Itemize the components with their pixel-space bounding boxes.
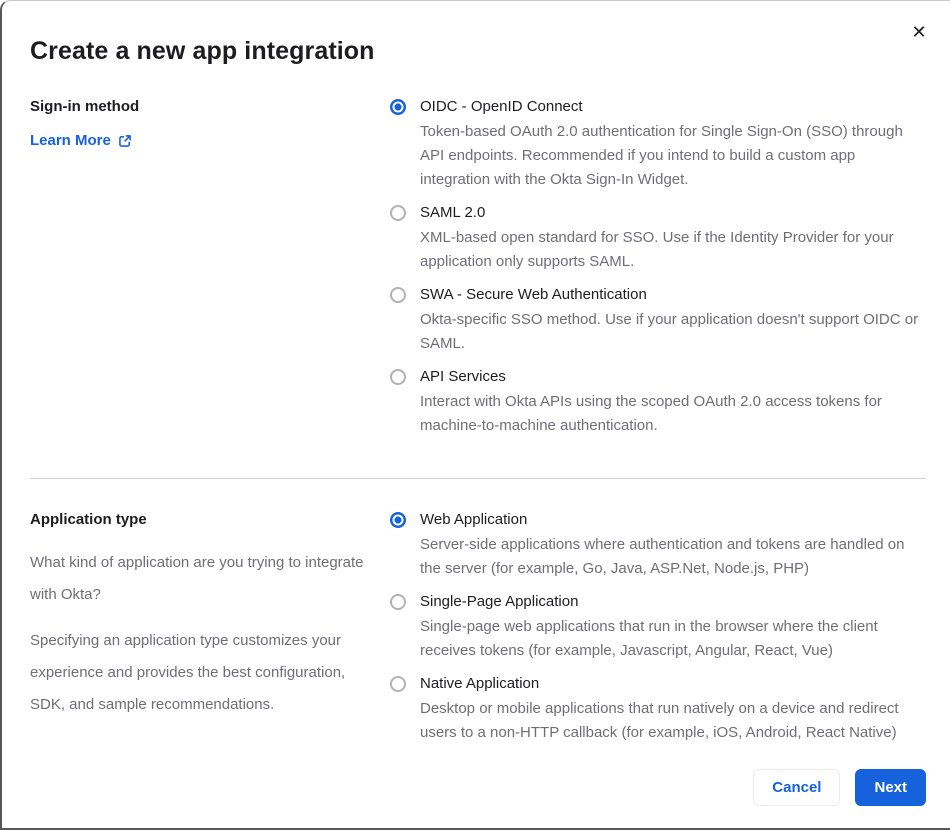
- option-label: API Services: [420, 368, 506, 385]
- option-label: SAML 2.0: [420, 204, 486, 221]
- application-type-options: Web Application Server-side applications…: [390, 509, 926, 755]
- radio-option-api-services[interactable]: API Services Interact with Okta APIs usi…: [390, 366, 926, 438]
- radio-unselected-icon[interactable]: [390, 369, 406, 385]
- option-description: Okta-specific SSO method. Use if your ap…: [420, 311, 919, 352]
- radio-option-native-application[interactable]: Native Application Desktop or mobile app…: [390, 673, 926, 745]
- application-type-heading: Application type: [30, 511, 147, 528]
- signin-method-options: OIDC - OpenID Connect Token-based OAuth …: [390, 96, 926, 448]
- radio-option-saml[interactable]: SAML 2.0 XML-based open standard for SSO…: [390, 202, 926, 274]
- option-description: Desktop or mobile applications that run …: [420, 700, 899, 741]
- dialog-footer: Cancel Next: [753, 769, 926, 806]
- create-app-integration-dialog: ✕ Create a new app integration Sign-in m…: [0, 0, 950, 830]
- radio-option-web-application[interactable]: Web Application Server-side applications…: [390, 509, 926, 581]
- application-type-left-column: Application type What kind of applicatio…: [30, 509, 370, 755]
- radio-unselected-icon[interactable]: [390, 676, 406, 692]
- option-label: Native Application: [420, 675, 540, 692]
- signin-method-section: Sign-in method Learn More OIDC - OpenID …: [30, 96, 926, 448]
- signin-method-left-column: Sign-in method Learn More: [30, 96, 370, 448]
- page-title: Create a new app integration: [30, 37, 375, 65]
- section-divider: [30, 478, 926, 479]
- application-type-section: Application type What kind of applicatio…: [30, 509, 926, 755]
- option-label: OIDC - OpenID Connect: [420, 98, 583, 115]
- close-icon[interactable]: ✕: [906, 19, 932, 45]
- option-description: Interact with Okta APIs using the scoped…: [420, 393, 882, 434]
- next-button[interactable]: Next: [855, 769, 926, 806]
- radio-unselected-icon[interactable]: [390, 287, 406, 303]
- radio-unselected-icon[interactable]: [390, 594, 406, 610]
- external-link-icon: [118, 134, 132, 148]
- learn-more-link[interactable]: Learn More: [30, 132, 132, 149]
- learn-more-label: Learn More: [30, 132, 111, 149]
- application-type-question: What kind of application are you trying …: [30, 554, 364, 603]
- option-label: Single-Page Application: [420, 593, 579, 610]
- radio-option-swa[interactable]: SWA - Secure Web Authentication Okta-spe…: [390, 284, 926, 356]
- option-description: XML-based open standard for SSO. Use if …: [420, 229, 894, 270]
- radio-option-oidc[interactable]: OIDC - OpenID Connect Token-based OAuth …: [390, 96, 926, 192]
- option-label: SWA - Secure Web Authentication: [420, 286, 647, 303]
- signin-method-heading: Sign-in method: [30, 98, 140, 115]
- option-description: Server-side applications where authentic…: [420, 536, 905, 577]
- radio-option-single-page-application[interactable]: Single-Page Application Single-page web …: [390, 591, 926, 663]
- application-type-note: Specifying an application type customize…: [30, 632, 346, 713]
- option-description: Token-based OAuth 2.0 authentication for…: [420, 123, 903, 188]
- option-label: Web Application: [420, 511, 528, 528]
- option-description: Single-page web applications that run in…: [420, 618, 878, 659]
- radio-unselected-icon[interactable]: [390, 205, 406, 221]
- cancel-button[interactable]: Cancel: [753, 769, 841, 806]
- radio-selected-icon[interactable]: [390, 99, 406, 115]
- radio-selected-icon[interactable]: [390, 512, 406, 528]
